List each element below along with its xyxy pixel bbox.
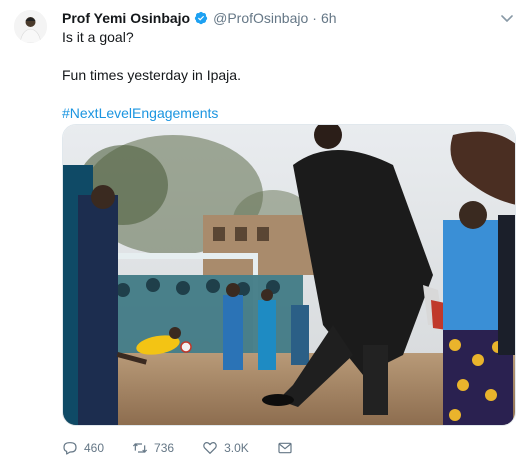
reply-icon (63, 442, 77, 455)
tweet-photo[interactable] (62, 124, 516, 426)
tweet-text: Is it a goal? Fun times yesterday in Ipa… (62, 28, 507, 123)
football-scene-photo (63, 125, 515, 425)
retweet-icon (132, 443, 148, 453)
author-name[interactable]: Prof Yemi Osinbajo (62, 10, 190, 26)
tweet-header: Prof Yemi Osinbajo @ProfOsinbajo · 6h (62, 8, 515, 28)
hashtag-link[interactable]: #NextLevelEngagements (62, 105, 218, 121)
tweet-timestamp[interactable]: 6h (321, 10, 337, 26)
message-button[interactable] (277, 440, 299, 456)
envelope-icon (278, 442, 292, 454)
tweet-line-1: Is it a goal? (62, 29, 134, 45)
verified-badge-icon (194, 11, 208, 25)
tweet-card[interactable]: Prof Yemi Osinbajo @ProfOsinbajo · 6h Is… (0, 0, 525, 466)
like-button[interactable]: 3.0K (202, 440, 249, 456)
like-count: 3.0K (224, 441, 249, 455)
separator-dot: · (312, 10, 317, 26)
avatar[interactable] (14, 10, 47, 43)
tweet-line-2: Fun times yesterday in Ipaja. (62, 67, 241, 83)
author-handle[interactable]: @ProfOsinbajo (213, 10, 308, 26)
retweet-count: 736 (154, 441, 175, 455)
reply-button[interactable]: 460 (62, 440, 104, 456)
chevron-down-icon[interactable] (499, 10, 515, 26)
reply-count: 460 (84, 441, 105, 455)
heart-icon (203, 442, 217, 454)
retweet-button[interactable]: 736 (132, 440, 174, 456)
tweet-actions: 460 736 3.0K (62, 438, 327, 458)
